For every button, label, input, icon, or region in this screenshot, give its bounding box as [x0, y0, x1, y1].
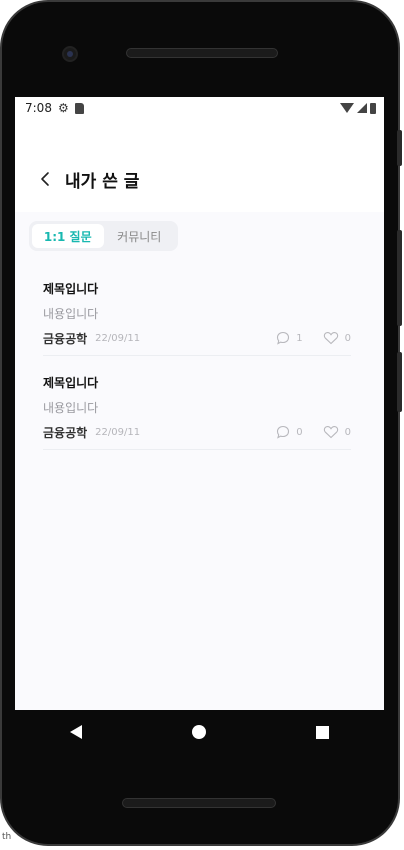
post-stats: 1 0 [260, 331, 351, 345]
volume-button [397, 230, 402, 326]
side-button [397, 352, 402, 412]
app-header: 내가 쓴 글 [15, 159, 384, 199]
post-item[interactable]: 제목입니다 내용입니다 금융공학 22/09/11 0 0 [43, 370, 351, 450]
tab-segmented-control: 1:1 질문 커뮤니티 [29, 221, 178, 251]
gear-icon: ⚙ [57, 101, 69, 115]
tab-community[interactable]: 커뮤니티 [104, 224, 176, 248]
content-area: 1:1 질문 커뮤니티 제목입니다 내용입니다 금융공학 22/09/11 1 [15, 212, 384, 710]
nav-home-icon[interactable] [192, 725, 206, 739]
status-time: 7:08 [25, 101, 52, 115]
status-bar: 7:08 ⚙ [15, 97, 384, 119]
post-stats: 0 0 [260, 425, 351, 439]
front-camera [62, 46, 78, 62]
like-stat: 0 [323, 425, 351, 439]
post-author: 금융공학 [43, 425, 88, 440]
post-content: 내용입니다 [43, 401, 99, 415]
post-title: 제목입니다 [43, 376, 99, 390]
post-title: 제목입니다 [43, 282, 99, 296]
post-content: 내용입니다 [43, 307, 99, 321]
comment-icon [277, 331, 290, 345]
bottom-speaker [122, 798, 276, 808]
battery-icon [370, 102, 376, 114]
like-stat: 0 [323, 331, 351, 345]
like-count: 0 [344, 332, 351, 344]
power-button [397, 130, 402, 166]
earpiece-speaker [126, 48, 278, 58]
footer-text: th [2, 832, 12, 842]
app-screen: 7:08 ⚙ 내가 쓴 글 1:1 질문 커뮤니티 제목입니다 내용입니다 금융… [15, 97, 384, 710]
nav-back-icon[interactable] [70, 725, 82, 739]
android-nav-bar [15, 710, 384, 754]
comment-count: 0 [296, 426, 303, 438]
chevron-left-icon[interactable] [25, 159, 65, 199]
page-title: 내가 쓴 글 [65, 171, 140, 192]
nav-recent-icon[interactable] [316, 725, 329, 739]
post-author: 금융공학 [43, 331, 88, 346]
signal-icon [357, 103, 367, 113]
post-meta: 금융공학 22/09/11 0 0 [43, 424, 351, 440]
sdcard-icon [74, 102, 84, 114]
heart-icon [323, 331, 338, 345]
heart-icon [323, 425, 338, 439]
tab-question[interactable]: 1:1 질문 [32, 224, 104, 248]
post-date: 22/09/11 [95, 332, 141, 344]
comment-count: 1 [296, 332, 303, 344]
post-meta: 금융공학 22/09/11 1 0 [43, 330, 351, 346]
comment-stat: 1 [276, 331, 303, 345]
comment-icon [277, 425, 290, 439]
post-date: 22/09/11 [95, 426, 141, 438]
comment-stat: 0 [276, 425, 303, 439]
like-count: 0 [344, 426, 351, 438]
wifi-icon [340, 103, 354, 113]
post-item[interactable]: 제목입니다 내용입니다 금융공학 22/09/11 1 0 [43, 276, 351, 356]
